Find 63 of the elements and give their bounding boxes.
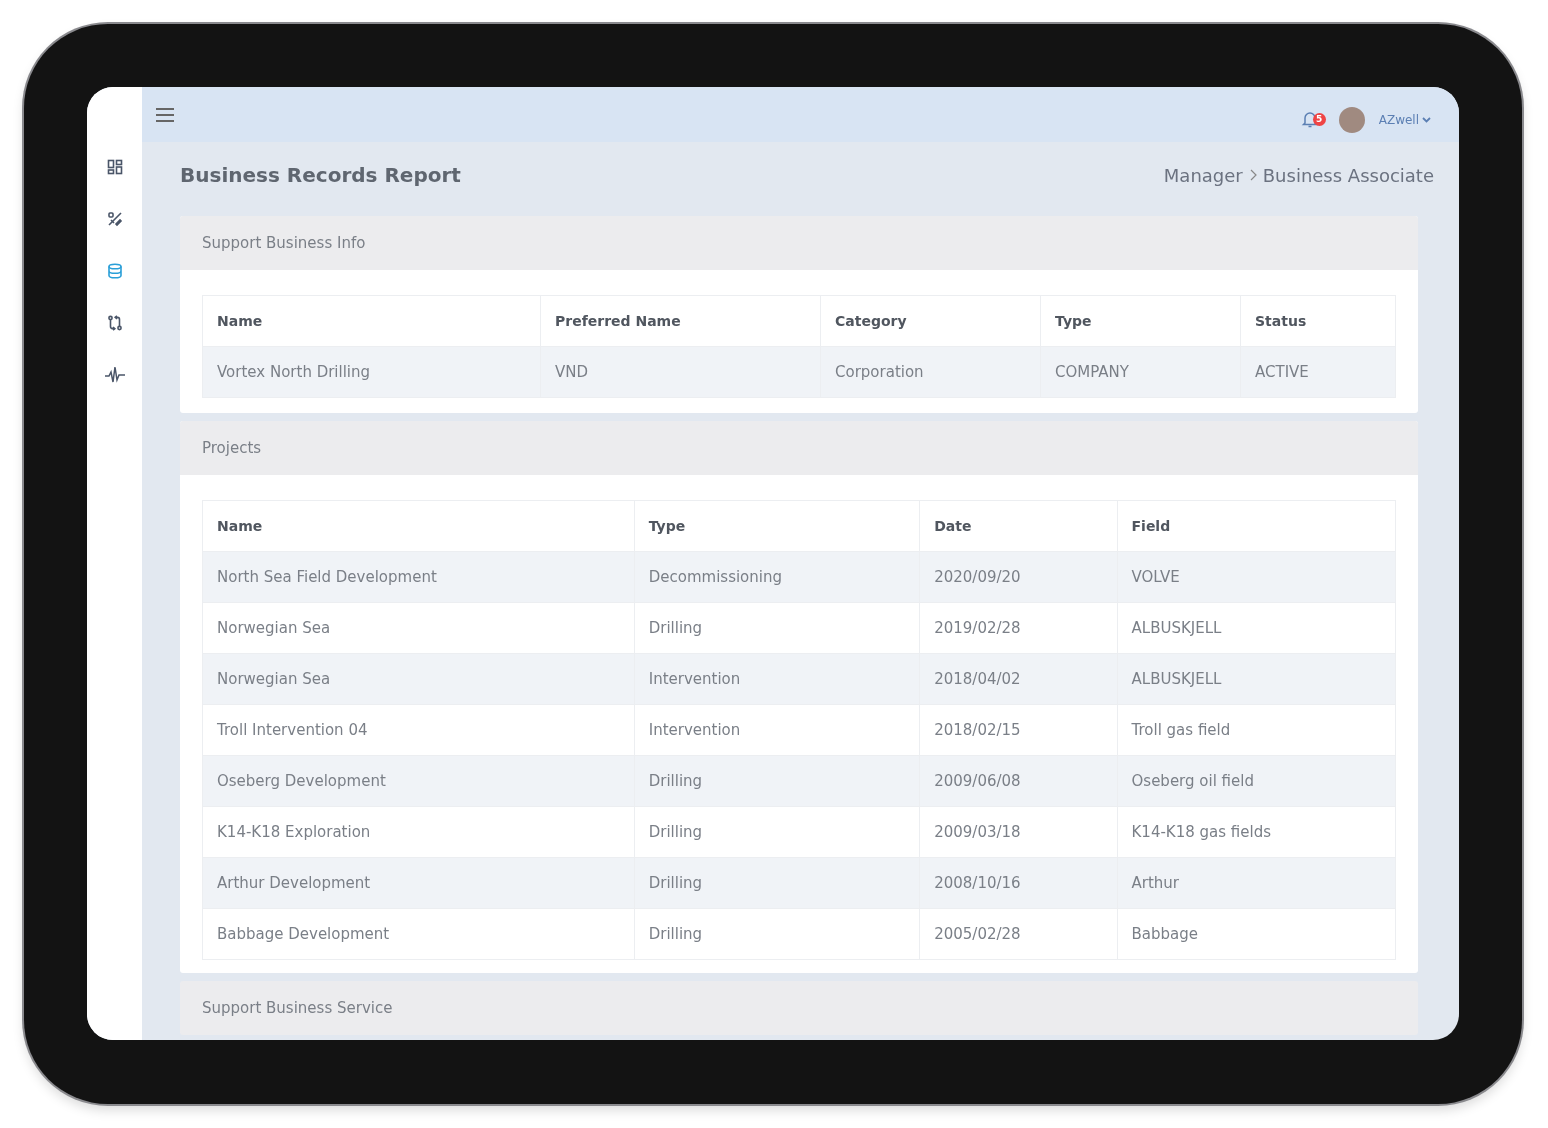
table-cell: VND	[540, 346, 821, 398]
table-cell: ALBUSKJELL	[1117, 602, 1396, 654]
table-cell: Arthur Development	[202, 857, 635, 909]
table-cell: COMPANY	[1040, 346, 1241, 398]
breadcrumb-link[interactable]: Business Associate	[1262, 164, 1434, 186]
menu-button[interactable]	[154, 105, 176, 124]
card-title: Support Business Service	[202, 999, 393, 1017]
table-cell: Norwegian Sea	[202, 653, 635, 705]
table-cell: 2018/04/02	[919, 653, 1117, 705]
table-cell: ACTIVE	[1240, 346, 1396, 398]
column-header: Name	[202, 500, 635, 552]
avatar	[1338, 106, 1365, 133]
column-header: Category	[820, 295, 1041, 347]
dashboard-icon	[106, 159, 123, 175]
table-cell: Oseberg Development	[202, 755, 635, 807]
card-title: Projects	[202, 439, 262, 457]
column-header: Date	[919, 500, 1117, 552]
table-cell: 2009/03/18	[919, 806, 1117, 858]
table-cell: Drilling	[634, 602, 920, 654]
table-cell: 2009/06/08	[919, 755, 1117, 807]
transfer-icon	[106, 315, 123, 331]
table-cell: Norwegian Sea	[202, 602, 635, 654]
table-cell: 2005/02/28	[919, 908, 1117, 960]
breadcrumb-link[interactable]: Manager	[1163, 164, 1243, 186]
card-title: Support Business Info	[202, 234, 366, 252]
table-cell: Troll gas field	[1117, 704, 1396, 756]
table-cell: Intervention	[634, 704, 920, 756]
column-header: Type	[634, 500, 920, 552]
column-header: Type	[1040, 295, 1241, 347]
table-cell: Arthur	[1117, 857, 1396, 909]
table-cell: 2008/10/16	[919, 857, 1117, 909]
database-icon	[106, 263, 123, 279]
table-cell: K14-K18 gas fields	[1117, 806, 1396, 858]
table-cell: Vortex North Drilling	[202, 346, 541, 398]
table-cell: Decommissioning	[634, 551, 920, 603]
chevron-down-icon	[1422, 116, 1431, 123]
menu-icon	[155, 106, 175, 123]
table-cell: Corporation	[820, 346, 1041, 398]
table-cell: Intervention	[634, 653, 920, 705]
table-cell: Drilling	[634, 806, 920, 858]
user-menu[interactable]: AZwell	[1378, 112, 1431, 127]
table-cell: 2020/09/20	[919, 551, 1117, 603]
table-cell: Troll Intervention 04	[202, 704, 635, 756]
page-title: Business Records Report	[180, 163, 461, 187]
table-cell: VOLVE	[1117, 551, 1396, 603]
notification-badge: 5	[1312, 112, 1326, 126]
activity-icon	[104, 366, 125, 384]
table-cell: Babbage	[1117, 908, 1396, 960]
column-header: Status	[1240, 295, 1396, 347]
table-cell: ALBUSKJELL	[1117, 653, 1396, 705]
table-cell: 2018/02/15	[919, 704, 1117, 756]
column-header: Name	[202, 295, 541, 347]
chevron-right-icon	[1248, 169, 1257, 181]
table-cell: Oseberg oil field	[1117, 755, 1396, 807]
column-header: Field	[1117, 500, 1396, 552]
column-header: Preferred Name	[540, 295, 821, 347]
table-cell: North Sea Field Development	[202, 551, 635, 603]
table-cell: Drilling	[634, 857, 920, 909]
table-cell: 2019/02/28	[919, 602, 1117, 654]
table-cell: Drilling	[634, 755, 920, 807]
table-cell: Drilling	[634, 908, 920, 960]
table-cell: Babbage Development	[202, 908, 635, 960]
table-cell: K14-K18 Exploration	[202, 806, 635, 858]
